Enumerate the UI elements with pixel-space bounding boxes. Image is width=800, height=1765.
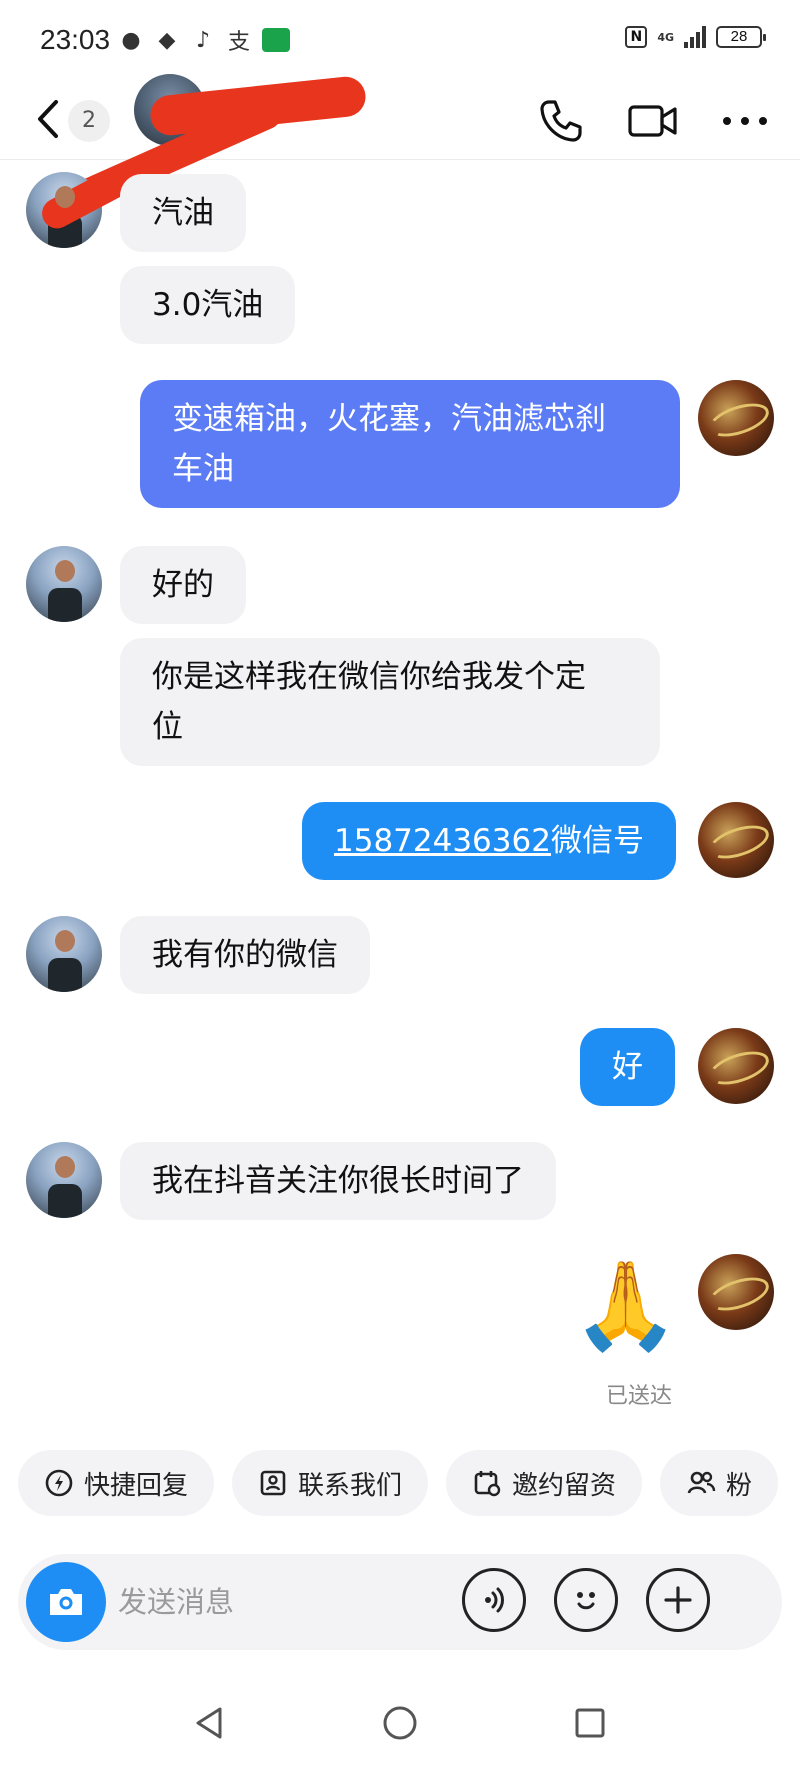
more-dots-icon (723, 117, 767, 125)
header-actions (530, 90, 776, 152)
lightning-icon (44, 1468, 74, 1498)
contact-us-chip[interactable]: 联系我们 (232, 1450, 429, 1516)
nfc-icon: N (625, 26, 648, 48)
status-time: 23:03 (40, 24, 111, 55)
chip-label: 联系我们 (298, 1470, 403, 1501)
shield-icon: ◆ (158, 27, 176, 53)
camera-icon (50, 1589, 82, 1615)
smiley-icon (577, 1592, 595, 1610)
circle-home-icon (383, 1706, 417, 1739)
phone-number-link[interactable]: 15872436362 (334, 823, 551, 859)
my-avatar[interactable] (698, 1028, 774, 1104)
my-avatar[interactable] (698, 1254, 774, 1330)
message-text: 好的 (152, 567, 214, 603)
fans-chip[interactable]: 粉 (660, 1450, 779, 1516)
voice-wave-icon (485, 1587, 504, 1613)
chip-label: 粉 (726, 1470, 753, 1501)
incoming-message[interactable]: 我有你的微信 (120, 916, 370, 994)
my-avatar[interactable] (698, 802, 774, 878)
alipay-icon: 支 (227, 30, 250, 55)
delivery-status: 已送达 (606, 1384, 673, 1409)
praying-hands-emoji[interactable]: 🙏 (572, 1256, 679, 1356)
system-icons: N 4G 28 (625, 26, 766, 48)
status-bar: 23:03 ● ◆ ♪ 支 N 4G 28 (0, 0, 800, 80)
app-badge-icon (262, 28, 290, 52)
chat-header: 2 (0, 74, 800, 216)
triangle-back-icon (196, 1707, 222, 1738)
incoming-message[interactable]: 汽油 (120, 174, 246, 252)
video-camera-icon (628, 105, 677, 137)
message-text: 车油 (172, 451, 234, 487)
incoming-message[interactable]: 3.0汽油 (120, 266, 296, 344)
message-text: 我有你的微信 (152, 937, 338, 973)
phone-call-button[interactable] (530, 90, 592, 152)
outgoing-message[interactable]: 好 (580, 1028, 675, 1106)
message-text: 微信号 (550, 823, 644, 859)
quick-reply-chip[interactable]: 快捷回复 (18, 1450, 215, 1516)
wechat-icon: ● (121, 27, 141, 53)
unread-badge[interactable]: 2 (68, 100, 110, 142)
my-avatar[interactable] (698, 380, 774, 456)
tiktok-icon: ♪ (195, 27, 211, 53)
contact-card-icon (258, 1468, 288, 1498)
message-text: 你是这样我在微信你给我发个定 (152, 659, 586, 695)
network-type: 4G (657, 30, 674, 44)
emoji-button[interactable] (554, 1568, 618, 1632)
message-text: 汽油 (152, 195, 214, 231)
nav-back-button[interactable] (180, 1693, 240, 1753)
incoming-message[interactable]: 我在抖音关注你很长时间了 (120, 1142, 556, 1220)
chip-label: 邀约留资 (512, 1470, 617, 1501)
square-recents-icon (575, 1708, 605, 1737)
outgoing-message[interactable]: 15872436362微信号 (302, 802, 676, 880)
message-text: 3.0汽油 (152, 287, 264, 323)
message-text: 位 (152, 709, 183, 745)
nav-home-button[interactable] (370, 1693, 430, 1753)
chip-label: 快捷回复 (84, 1470, 189, 1501)
message-list[interactable]: 汽油 3.0汽油 变速箱油，火花塞，汽油滤芯刹 车油 好的 你是这样我在微信你给… (0, 160, 800, 1430)
camera-button[interactable] (26, 1562, 106, 1642)
invite-chip[interactable]: 邀约留资 (446, 1450, 643, 1516)
phone-icon (540, 100, 582, 142)
quick-reply-bar: 快捷回复 联系我们 邀约留资 粉 (18, 1450, 800, 1520)
message-text: 变速箱油，火花塞，汽油滤芯刹 (172, 401, 606, 437)
nav-recents-button[interactable] (560, 1693, 620, 1753)
system-nav-bar (0, 1680, 800, 1765)
peer-avatar[interactable] (26, 546, 102, 622)
battery-icon: 28 (716, 26, 766, 48)
plus-icon (664, 1586, 692, 1614)
signal-icon (684, 26, 706, 48)
outgoing-message[interactable]: 变速箱油，火花塞，汽油滤芯刹 车油 (140, 380, 680, 508)
incoming-message[interactable]: 好的 (120, 546, 246, 624)
message-text: 好 (612, 1049, 643, 1085)
calendar-icon (472, 1468, 502, 1498)
incoming-message[interactable]: 你是这样我在微信你给我发个定 位 (120, 638, 660, 766)
message-composer (18, 1554, 782, 1650)
peer-avatar[interactable] (26, 1142, 102, 1218)
notification-icons: ● ◆ ♪ 支 (118, 24, 290, 56)
peer-avatar[interactable] (26, 916, 102, 992)
message-input[interactable] (118, 1574, 498, 1630)
add-attachment-button[interactable] (646, 1568, 710, 1632)
chevron-left-icon (38, 100, 58, 138)
fans-icon (686, 1468, 716, 1498)
back-button[interactable] (30, 94, 70, 144)
more-options-button[interactable] (714, 90, 776, 152)
video-call-button[interactable] (622, 90, 684, 152)
message-text: 我在抖音关注你很长时间了 (152, 1163, 524, 1199)
voice-button[interactable] (462, 1568, 526, 1632)
